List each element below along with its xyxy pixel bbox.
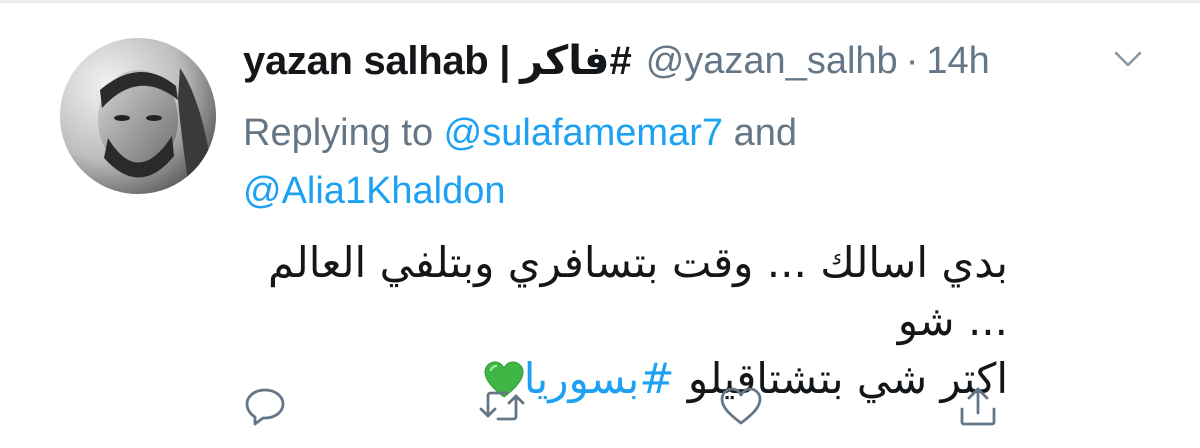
separator-dot: · bbox=[905, 39, 919, 82]
retweet-icon bbox=[479, 391, 525, 421]
like-button[interactable] bbox=[717, 384, 765, 428]
tweet-card: yazan salhab | #فاكر @yazan_salhb · 14h … bbox=[0, 0, 1200, 448]
tweet-text-line: بدي اسالك ... وقت بتسافري وبتلفي العالم … bbox=[267, 238, 1008, 345]
author-handle[interactable]: @yazan_salhb bbox=[646, 40, 898, 83]
mention-link[interactable]: @sulafamemar7 bbox=[444, 112, 723, 154]
retweet-button[interactable] bbox=[478, 384, 526, 428]
replying-joiner: and bbox=[723, 112, 797, 154]
reply-button[interactable] bbox=[241, 384, 289, 428]
replying-to: Replying to @sulafamemar7 and @Alia1Khal… bbox=[243, 104, 1143, 220]
tweet-text: بدي اسالك ... وقت بتسافري وبتلفي العالم … bbox=[230, 234, 1008, 408]
author-name[interactable]: yazan salhab | bbox=[243, 39, 510, 84]
tweet-timestamp[interactable]: 14h bbox=[926, 40, 989, 83]
divider bbox=[0, 0, 1200, 3]
tweet-actions bbox=[243, 384, 1003, 428]
avatar[interactable] bbox=[60, 38, 216, 194]
mention-link[interactable]: @Alia1Khaldon bbox=[243, 170, 506, 212]
share-icon bbox=[960, 387, 996, 426]
heart-icon bbox=[720, 387, 762, 425]
chevron-down-icon[interactable] bbox=[1113, 48, 1143, 70]
replying-to-label: Replying to bbox=[243, 112, 444, 154]
author-name-hashtag[interactable]: #فاكر bbox=[520, 38, 632, 84]
share-button[interactable] bbox=[954, 384, 1002, 428]
reply-icon bbox=[245, 388, 285, 426]
tweet-header: yazan salhab | #فاكر @yazan_salhb · 14h bbox=[243, 36, 990, 86]
